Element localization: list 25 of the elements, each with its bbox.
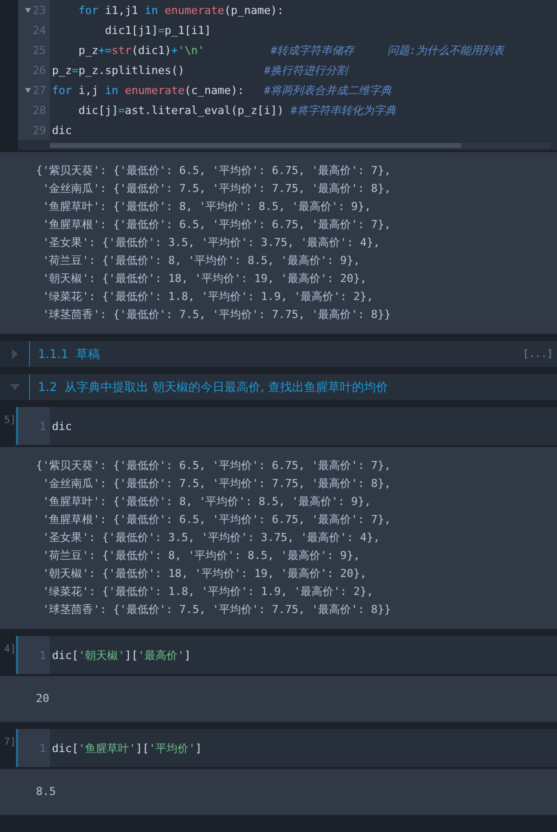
code-line: dic['朝天椒']['最高价'] <box>52 648 191 662</box>
code-line: p_z+=str(dic1)+'\n' #转成字符串储存 问题:为什么不能用列表 <box>77 42 504 58</box>
scrollbar-thumb[interactable] <box>50 142 461 148</box>
collapse-arrow-icon[interactable] <box>10 382 20 392</box>
output-text: 8.5 <box>36 784 57 800</box>
cell-prompt: 5] <box>0 407 18 445</box>
code-line: dic[j]=ast.literal_eval(p_z[i]) #将字符串转化为字典 <box>77 102 396 118</box>
code-line: for i,j in enumerate(c_name): #将两列表合并成二维字典 <box>52 82 392 98</box>
section-heading: 1.1.1 草稿 <box>37 346 102 362</box>
output-text: {'紫贝天葵': {'最低价': 6.5, '平均价': 6.75, '最高价': 7}, '金丝南瓜': {'最低价': 7.5, '平均价': 7.75, '最高价': 8}, '鱼腥草叶': {'最低价': 8, '平均价': 8.5, '最高价': 9}, '鱼腥草根': {'最低价': 6.5, '平均价': 6.75, '最高价': 7}, '圣女果': {'最低价': 3.5, '平均价': 3.75, '最高价': 4}, '荷兰豆': {'最低价': 8, '平均价': 8.5, '最高价': 9}, '朝天椒': {'最低价': 18, '平均价': 19, '最高价': 20}, '绿菜花': {'最低价': 1.8, '平均价': 1.9, '最高价': 2}, '球茎茴香': {'最低价': 7.5, '平均价': 7.75, '最高价': 8}} <box>36 163 392 323</box>
collapsed-marker[interactable]: [...] <box>522 348 557 360</box>
code-line: p_z=p_z.splitlines() #换行符进行分割 <box>52 62 348 78</box>
output-text: {'紫贝天葵': {'最低价': 6.5, '平均价': 6.75, '最高价': 7}, '金丝南瓜': {'最低价': 7.5, '平均价': 7.75, '最高价': 8}, '鱼腥草叶': {'最低价': 8, '平均价': 8.5, '最高价': 9}, '鱼腥草根': {'最低价': 6.5, '平均价': 6.75, '最高价': 7}, '圣女果': {'最低价': 3.5, '平均价': 3.75, '最高价': 4}, '荷兰豆': {'最低价': 8, '平均价': 8.5, '最高价': 9}, '朝天椒': {'最低价': 18, '平均价': 19, '最高价': 20}, '绿菜花': {'最低价': 1.8, '平均价': 1.9, '最高价': 2}, '球茎茴香': {'最低价': 7.5, '平均价': 7.75, '最高价': 8}} <box>36 458 392 618</box>
output-text: 20 <box>36 691 50 707</box>
expand-arrow-icon[interactable] <box>10 349 20 359</box>
code-line: dic <box>52 124 72 136</box>
section-heading: 1.2 从字典中提取出 朝天椒的今日最高价, 查找出鱼腥草叶的均价 <box>37 378 390 396</box>
fold-arrow-icon[interactable] <box>24 88 31 92</box>
code-line: dic1[j1]=p_1[i1] <box>104 24 211 36</box>
code-line: dic['鱼腥草叶']['平均价'] <box>52 740 202 756</box>
cell-prompt: 7] <box>0 729 18 767</box>
fold-arrow-icon[interactable] <box>24 8 31 12</box>
code-line: for i1,j1 in enumerate(p_name): <box>77 4 284 16</box>
cell-prompt: 4] <box>0 636 18 674</box>
code-line: dic <box>52 420 72 432</box>
